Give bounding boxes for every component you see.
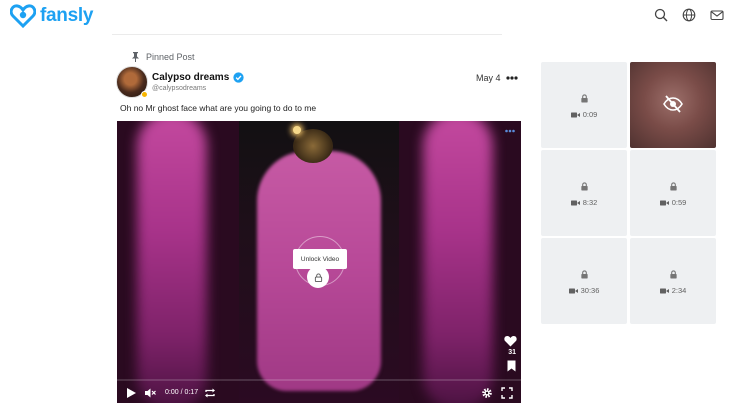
- video-player[interactable]: Unlock Video 31 0:00 / 0:17: [117, 121, 521, 403]
- search-icon[interactable]: [654, 8, 668, 22]
- media-tile[interactable]: 0:09: [541, 62, 627, 148]
- lock-icon: [314, 272, 322, 282]
- play-icon[interactable]: [125, 387, 137, 399]
- settings-gear-icon[interactable]: [481, 387, 493, 399]
- post-caption: Oh no Mr ghost face what are you going t…: [120, 103, 317, 113]
- fansly-logo-text: fansly: [40, 5, 94, 26]
- media-tile[interactable]: 0:59: [630, 150, 716, 236]
- media-tile-hidden[interactable]: [630, 62, 716, 148]
- pin-icon: [132, 52, 139, 62]
- heart-icon[interactable]: [504, 335, 517, 347]
- more-options-icon[interactable]: [506, 75, 518, 81]
- unlock-button[interactable]: [307, 266, 329, 288]
- video-camera-icon: [570, 200, 580, 205]
- globe-icon[interactable]: [682, 8, 696, 22]
- lock-icon: [670, 270, 677, 279]
- video-duration: 2:34: [671, 286, 687, 295]
- blurred-backdrop-right: [399, 121, 521, 403]
- fansly-logo[interactable]: fansly: [10, 4, 93, 28]
- top-header: fansly: [0, 0, 730, 34]
- fansly-logo-icon: [10, 4, 36, 28]
- loop-icon[interactable]: [204, 387, 216, 399]
- creator-name[interactable]: Calypso dreams: [152, 72, 229, 83]
- mute-icon[interactable]: [144, 387, 156, 399]
- video-duration: 0:09: [582, 110, 598, 119]
- video-duration: 8:32: [582, 198, 598, 207]
- pinned-indicator: Pinned Post: [131, 52, 195, 62]
- post-date: May 4: [476, 73, 501, 83]
- lock-icon: [670, 182, 677, 191]
- status-dot: [141, 91, 148, 98]
- video-camera-icon: [570, 112, 580, 117]
- video-camera-icon: [659, 200, 669, 205]
- pinned-label: Pinned Post: [146, 52, 195, 62]
- bookmark-icon[interactable]: [507, 360, 516, 372]
- feed-divider: [112, 34, 502, 35]
- lock-icon: [581, 94, 588, 103]
- media-tile[interactable]: 2:34: [630, 238, 716, 324]
- media-tile[interactable]: 30:36: [541, 238, 627, 324]
- mail-icon[interactable]: [710, 8, 724, 22]
- preview-figure-head: [293, 129, 333, 163]
- fullscreen-icon[interactable]: [501, 387, 513, 399]
- video-progress-bar[interactable]: [117, 379, 521, 381]
- lock-icon: [581, 270, 588, 279]
- preview-light: [293, 126, 301, 134]
- creator-handle[interactable]: @calypsodreams: [152, 85, 206, 92]
- lock-icon: [581, 182, 588, 191]
- blurred-backdrop-left: [117, 121, 239, 403]
- video-time: 0:00 / 0:17: [165, 389, 199, 396]
- like-count: 31: [508, 349, 516, 356]
- verified-badge-icon: [233, 72, 244, 83]
- video-duration: 30:36: [580, 286, 600, 295]
- video-controls: 0:00 / 0:17: [117, 383, 521, 403]
- video-duration: 0:59: [671, 198, 687, 207]
- media-tile[interactable]: 8:32: [541, 150, 627, 236]
- eye-off-icon: [663, 95, 683, 113]
- video-camera-icon: [659, 288, 669, 293]
- video-camera-icon: [568, 288, 578, 293]
- media-grid: 0:09 8:32 0:59 30:36 2:34: [541, 62, 717, 324]
- media-more-icon[interactable]: [505, 129, 515, 133]
